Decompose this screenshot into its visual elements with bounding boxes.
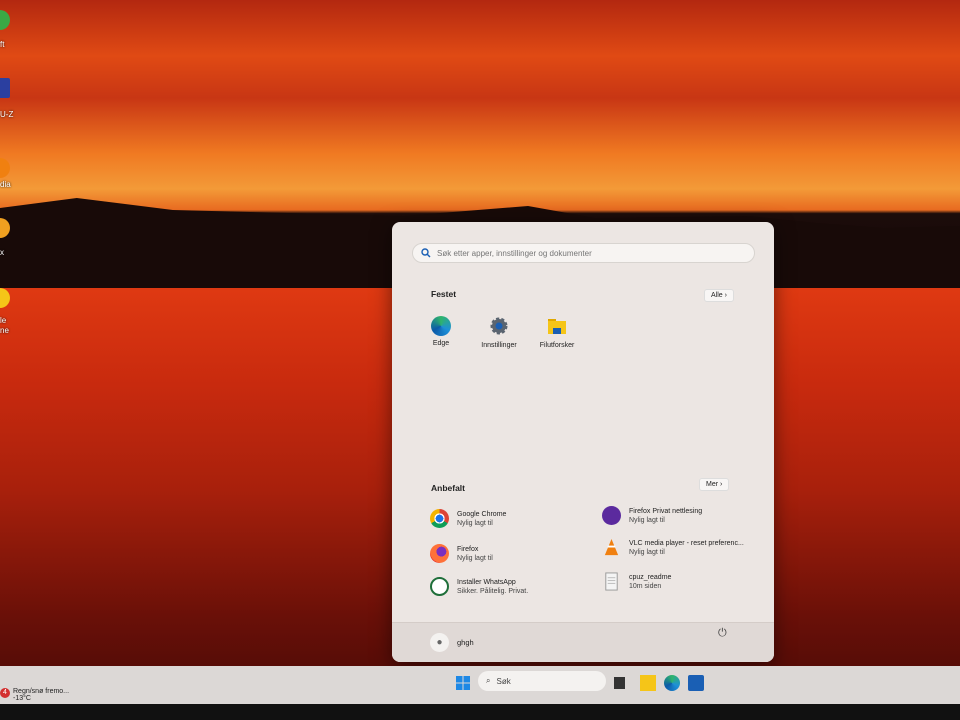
chevron-right-icon: › — [724, 292, 727, 299]
desktop-icon-label[interactable]: ft — [0, 40, 4, 49]
rec-title: Google Chrome — [457, 510, 507, 518]
weather-alert-badge: 4 — [0, 688, 10, 698]
rec-subtitle: Nylig lagt til — [457, 554, 493, 562]
vlc-icon — [604, 538, 619, 556]
weather-temp: -13°C — [13, 695, 31, 702]
rec-title: cpuz_readme — [629, 573, 672, 581]
windows-start-icon[interactable] — [455, 675, 471, 691]
taskbar-search-label: Søk — [496, 676, 511, 686]
taskbar-search[interactable]: ⌕ Søk — [478, 671, 606, 691]
pinned-heading: Festet — [431, 289, 457, 299]
weather-widget[interactable]: 4 Regn/snø fremo... -13°C — [0, 688, 69, 702]
document-icon — [605, 572, 618, 591]
chevron-right-icon: › — [720, 481, 723, 488]
more-button[interactable]: Mer › — [699, 478, 730, 491]
rec-subtitle: Nylig lagt til — [457, 519, 493, 527]
recommended-firefox[interactable]: Firefox Nylig lagt til — [430, 544, 493, 563]
rec-subtitle: Nylig lagt til — [629, 548, 665, 556]
microsoft-store-icon[interactable] — [688, 675, 704, 691]
whatsapp-icon — [430, 577, 449, 596]
recommended-cpuz-readme[interactable]: cpuz_readme 10m siden — [602, 572, 671, 591]
folder-icon — [548, 319, 566, 334]
all-apps-label: Alle — [711, 292, 723, 299]
weather-text: Regn/snø fremo... — [13, 688, 70, 695]
desktop-icon-label[interactable]: dia — [0, 180, 11, 189]
user-avatar-icon: ● — [430, 633, 449, 652]
rec-title: VLC media player - reset preferenc... — [629, 539, 744, 547]
recommended-vlc[interactable]: VLC media player - reset preferenc... Nyl… — [602, 538, 744, 557]
monitor-bezel — [0, 704, 960, 720]
pinned-label: Edge — [432, 340, 450, 347]
chrome-desktop-icon[interactable] — [0, 288, 10, 308]
edge-icon — [431, 316, 451, 336]
recommended-firefox-private[interactable]: Firefox Privat nettlesing Nylig lagt til — [602, 506, 702, 525]
user-account-button[interactable]: ● ghgh — [430, 633, 474, 652]
rec-title: Firefox — [457, 545, 479, 553]
recommended-chrome[interactable]: Google Chrome Nylig lagt til — [430, 509, 506, 528]
all-apps-button[interactable]: Alle › — [704, 289, 734, 302]
rec-subtitle: 10m siden — [629, 582, 662, 590]
rec-title: Installer WhatsApp — [457, 578, 516, 586]
search-icon — [421, 248, 431, 258]
pinned-file-explorer[interactable]: Filutforsker — [529, 316, 585, 349]
more-label: Mer — [706, 481, 719, 488]
start-search-box[interactable] — [412, 243, 755, 263]
firefox-private-icon — [602, 506, 621, 525]
rec-subtitle: Sikker. Pålitelig. Privat. — [457, 587, 529, 595]
vlc-desktop-icon[interactable] — [0, 158, 10, 178]
rec-title: Firefox Privat nettlesing — [629, 507, 703, 515]
search-input[interactable] — [437, 248, 737, 258]
recommended-heading: Anbefalt — [431, 483, 465, 493]
pinned-edge[interactable]: Edge — [413, 316, 469, 347]
cpuz-icon[interactable] — [0, 78, 10, 98]
pinned-label: Filutforsker — [539, 342, 575, 349]
rec-subtitle: Nylig lagt til — [629, 516, 665, 524]
desktop-icon-label[interactable]: U-Z — [0, 110, 13, 119]
task-view-icon[interactable] — [614, 677, 625, 689]
search-icon: ⌕ — [486, 676, 491, 685]
recommended-whatsapp[interactable]: Installer WhatsApp Sikker. Pålitelig. Pri… — [430, 577, 528, 596]
chrome-icon — [430, 509, 449, 528]
desktop-icon-label[interactable]: le ne — [0, 316, 9, 336]
start-footer: ● ghgh ⏻ — [392, 622, 774, 662]
taskbar: 4 Regn/snø fremo... -13°C ⌕ Søk — [0, 666, 960, 704]
start-menu: Festet Alle › Edge Innstillinger Filutfo… — [392, 222, 774, 662]
desktop-app-icon[interactable] — [0, 10, 10, 30]
firefox-icon — [430, 544, 449, 563]
settings-gear-icon — [490, 317, 508, 335]
user-name: ghgh — [457, 638, 474, 647]
desktop-icon-label[interactable]: x — [0, 248, 4, 257]
pinned-label: Innstillinger — [481, 342, 517, 349]
file-explorer-icon[interactable] — [640, 675, 656, 691]
power-icon[interactable]: ⏻ — [718, 627, 727, 640]
edge-taskbar-icon[interactable] — [664, 675, 680, 691]
pinned-settings[interactable]: Innstillinger — [471, 316, 527, 349]
